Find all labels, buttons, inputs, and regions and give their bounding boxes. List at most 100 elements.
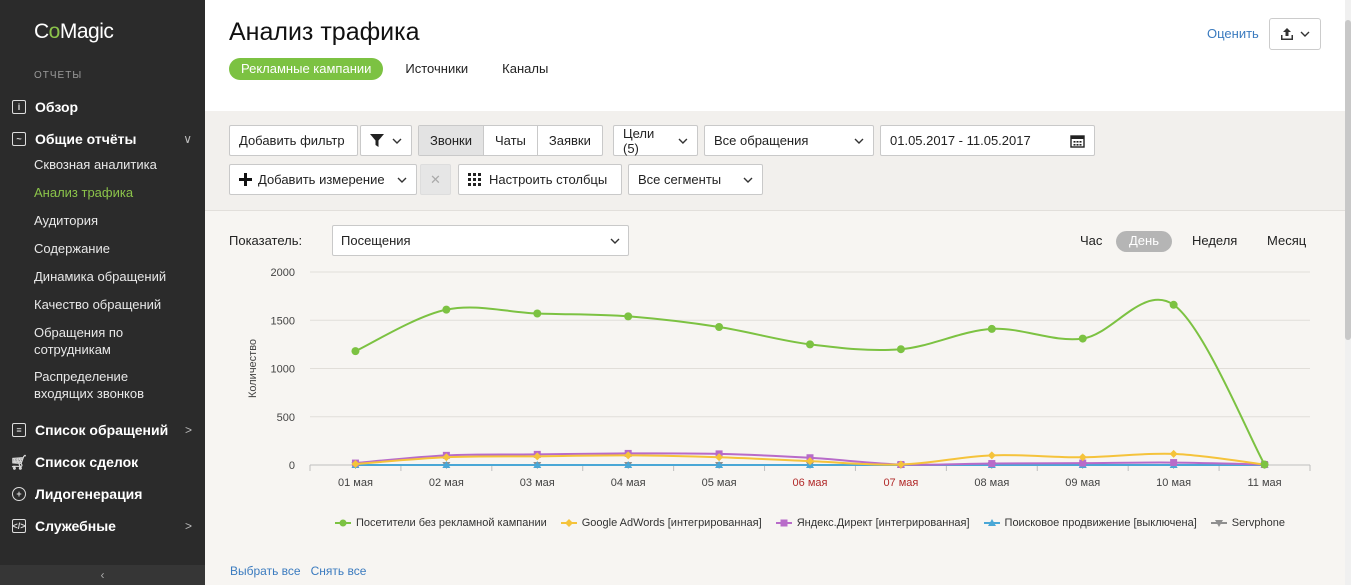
legend-item[interactable]: Servphone (1210, 516, 1285, 530)
add-filter-label: Добавить фильтр (239, 133, 345, 148)
sidebar-item-service[interactable]: </> Служебные > (12, 515, 192, 537)
tab-sources[interactable]: Источники (393, 58, 480, 80)
chevron-down-icon (1300, 31, 1310, 37)
metric-select[interactable]: Посещения (332, 225, 629, 256)
x-tick-label: 11 мая (1247, 477, 1281, 489)
legend-label: Яндекс.Директ [интегрированная] (796, 517, 970, 529)
deselect-all-link[interactable]: Снять все (311, 564, 367, 578)
chevron-down-icon (392, 138, 402, 144)
data-point (987, 451, 996, 460)
chart-legend: Посетители без рекламной кампании Google … (335, 516, 1335, 535)
y-tick-label: 0 (289, 460, 295, 472)
comagic-logo[interactable]: CoMagic (34, 20, 114, 44)
report-tabs: Рекламные кампании Источники Каналы (229, 58, 560, 80)
data-point (715, 323, 724, 332)
target-icon: + (12, 487, 26, 501)
legend-label: Servphone (1231, 517, 1285, 529)
chevron-down-icon (743, 177, 753, 183)
chevron-down-icon: ∨ (183, 132, 192, 146)
legend-item[interactable]: Google AdWords [интегрированная] (560, 516, 762, 530)
configure-columns-label: Настроить столбцы (489, 172, 608, 187)
legend-label: Посетители без рекламной кампании (356, 517, 547, 529)
close-icon: ✕ (430, 171, 441, 187)
sidebar-collapse-button[interactable]: ‹ (0, 565, 205, 585)
columns-grid-icon (468, 173, 481, 186)
goals-label: Цели (5) (623, 125, 655, 156)
sidebar-subitem-audience[interactable]: Аудитория (34, 212, 199, 229)
sidebar-item-overview[interactable]: i Обзор (12, 96, 192, 118)
chart-panel: Показатель: Посещения Час День Неделя Ме… (205, 211, 1345, 585)
data-point (988, 460, 996, 468)
page-title: Анализ трафика (229, 18, 420, 46)
add-dimension-label: Добавить измерение (258, 172, 385, 187)
x-tick-label: 10 мая (1156, 477, 1191, 489)
segments-select-value: Все сегменты (638, 172, 722, 187)
y-tick-label: 2000 (271, 267, 295, 279)
x-tick-label: 03 мая (520, 477, 555, 489)
type-chats[interactable]: Чаты (484, 126, 538, 155)
filter-dropdown-button[interactable] (360, 125, 412, 156)
legend-item[interactable]: Посетители без рекламной кампании (335, 516, 547, 530)
remove-dimension-button[interactable]: ✕ (420, 164, 451, 195)
sidebar-item-deals-list[interactable]: 🛒︎ Список сделок (10, 451, 192, 473)
sidebar-item-label: Лидогенерация (35, 486, 143, 502)
legend-item[interactable]: Яндекс.Директ [интегрированная] (775, 516, 970, 530)
data-point (1078, 334, 1087, 343)
period-week[interactable]: Неделя (1179, 231, 1250, 252)
add-dimension-button[interactable]: Добавить измерение (229, 164, 417, 195)
tab-ad-campaigns[interactable]: Рекламные кампании (229, 58, 384, 80)
sidebar-subitem-requests-quality[interactable]: Качество обращений (34, 296, 199, 313)
period-day[interactable]: День (1116, 231, 1172, 252)
add-filter-button[interactable]: Добавить фильтр (229, 125, 358, 156)
chevron-down-icon (610, 238, 620, 244)
rate-link[interactable]: Оценить (1207, 26, 1259, 41)
requests-select[interactable]: Все обращения (704, 125, 874, 156)
info-icon: i (12, 100, 26, 114)
sidebar-item-general-reports[interactable]: ~ Общие отчёты ∨ (12, 128, 192, 150)
goals-dropdown[interactable]: Цели (5) (613, 125, 698, 156)
sidebar-item-label: Список обращений (35, 422, 169, 438)
period-hour[interactable]: Час (1067, 231, 1115, 252)
data-point (896, 345, 905, 354)
sidebar: CoMagic ОТЧЕТЫ i Обзор ~ Общие отчёты ∨ … (0, 0, 205, 585)
request-type-switch: Звонки Чаты Заявки (418, 125, 603, 156)
configure-columns-button[interactable]: Настроить столбцы (458, 164, 622, 195)
sidebar-subitem-end-to-end[interactable]: Сквозная аналитика (34, 156, 199, 173)
sidebar-item-leadgen[interactable]: + Лидогенерация (12, 483, 192, 505)
type-forms[interactable]: Заявки (538, 126, 602, 155)
select-all-link[interactable]: Выбрать все (230, 564, 301, 578)
legend-marker-icon (983, 519, 1000, 526)
requests-select-value: Все обращения (714, 133, 809, 148)
data-point (442, 305, 451, 314)
sidebar-subitem-incoming-calls-distribution[interactable]: Распределение входящих звонков (34, 368, 159, 402)
period-month[interactable]: Месяц (1254, 231, 1319, 252)
tab-channels[interactable]: Каналы (490, 58, 560, 80)
sidebar-subitem-requests-by-employees[interactable]: Обращения по сотрудникам (34, 324, 154, 358)
data-point (1260, 460, 1269, 469)
x-tick-label: 07 мая (883, 477, 918, 489)
page-scrollbar[interactable] (1345, 0, 1351, 585)
chevron-down-icon (678, 138, 688, 144)
scrollbar-thumb[interactable] (1345, 20, 1351, 340)
x-tick-label: 02 мая (429, 477, 464, 489)
sidebar-subitem-requests-dynamics[interactable]: Динамика обращений (34, 268, 199, 285)
sidebar-item-label: Общие отчёты (35, 131, 137, 147)
segments-select[interactable]: Все сегменты (628, 164, 763, 195)
chevron-down-icon (854, 138, 864, 144)
sidebar-subitem-content[interactable]: Содержание (34, 240, 199, 257)
sidebar-item-label: Служебные (35, 518, 116, 534)
export-button[interactable] (1269, 18, 1321, 50)
sidebar-item-label: Обзор (35, 99, 79, 115)
sidebar-item-calls-list[interactable]: ≡ Список обращений > (12, 419, 192, 441)
funnel-icon (370, 134, 384, 147)
calendar-icon (1070, 134, 1085, 148)
legend-item[interactable]: Поисковое продвижение [выключена] (983, 516, 1197, 530)
data-point (806, 340, 814, 349)
type-calls[interactable]: Звонки (419, 126, 484, 155)
data-point (624, 312, 633, 321)
sidebar-subitem-traffic-analysis[interactable]: Анализ трафика (34, 184, 199, 201)
chevron-right-icon: > (184, 519, 192, 533)
x-tick-label: 05 мая (702, 477, 737, 489)
data-point (533, 309, 542, 318)
date-range-input[interactable]: 01.05.2017 - 11.05.2017 (880, 125, 1095, 156)
